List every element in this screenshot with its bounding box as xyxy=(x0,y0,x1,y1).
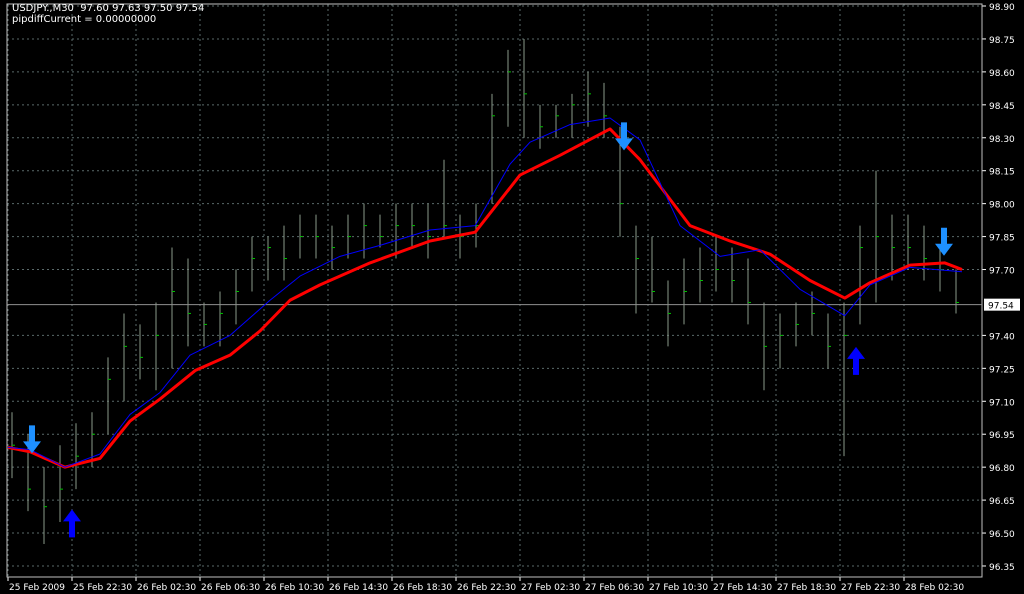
sell-arrow-icon xyxy=(935,227,953,256)
x-tick-label: 25 Feb 22:30 xyxy=(73,583,132,593)
y-tick-label: 97.10 xyxy=(989,398,1015,408)
y-tick-label: 96.35 xyxy=(989,563,1015,573)
x-tick-label: 27 Feb 14:30 xyxy=(713,583,772,593)
y-tick-label: 97.25 xyxy=(989,365,1015,375)
y-tick-label: 98.30 xyxy=(989,135,1015,145)
y-tick-label: 96.95 xyxy=(989,431,1015,441)
y-tick-label: 97.85 xyxy=(989,234,1015,244)
y-tick-label: 96.50 xyxy=(989,530,1015,540)
current-price-label: 97.54 xyxy=(988,302,1014,312)
y-tick-label: 98.90 xyxy=(989,3,1015,13)
x-tick-label: 26 Feb 22:30 xyxy=(457,583,516,593)
x-tick-label: 26 Feb 06:30 xyxy=(201,583,260,593)
buy-arrow-icon xyxy=(847,346,865,375)
x-tick-label: 27 Feb 10:30 xyxy=(649,583,708,593)
x-tick-label: 27 Feb 22:30 xyxy=(841,583,900,593)
x-tick-label: 28 Feb 02:30 xyxy=(905,583,964,593)
x-tick-label: 26 Feb 14:30 xyxy=(329,583,388,593)
x-tick-label: 26 Feb 02:30 xyxy=(137,583,196,593)
y-tick-label: 98.60 xyxy=(989,69,1015,79)
x-tick-label: 26 Feb 18:30 xyxy=(393,583,452,593)
y-tick-label: 98.45 xyxy=(989,102,1015,112)
y-tick-label: 98.00 xyxy=(989,201,1015,211)
x-tick-label: 27 Feb 18:30 xyxy=(777,583,836,593)
y-tick-label: 97.40 xyxy=(989,332,1015,342)
x-tick-label: 27 Feb 06:30 xyxy=(585,583,644,593)
indicator-label: pipdiffCurrent = 0.00000000 xyxy=(12,14,157,25)
slow-ma-line xyxy=(7,127,963,469)
y-tick-label: 96.65 xyxy=(989,497,1015,507)
y-tick-label: 98.15 xyxy=(989,168,1015,178)
x-tick-label: 26 Feb 10:30 xyxy=(265,583,324,593)
y-tick-label: 98.75 xyxy=(989,36,1015,46)
y-tick-label: 97.70 xyxy=(989,267,1015,277)
price-chart[interactable]: 98.90 98.75 98.60 98.45 98.30 98.15 98.00 97.85… xyxy=(0,0,1024,594)
x-tick-label: 25 Feb 2009 xyxy=(9,583,65,593)
x-tick-label: 27 Feb 02:30 xyxy=(521,583,580,593)
chart-frame xyxy=(6,3,983,578)
symbol-ohlc-label: USDJPY.,M30 97.60 97.63 97.50 97.54 xyxy=(12,3,205,14)
y-tick-label: 96.80 xyxy=(989,464,1015,474)
